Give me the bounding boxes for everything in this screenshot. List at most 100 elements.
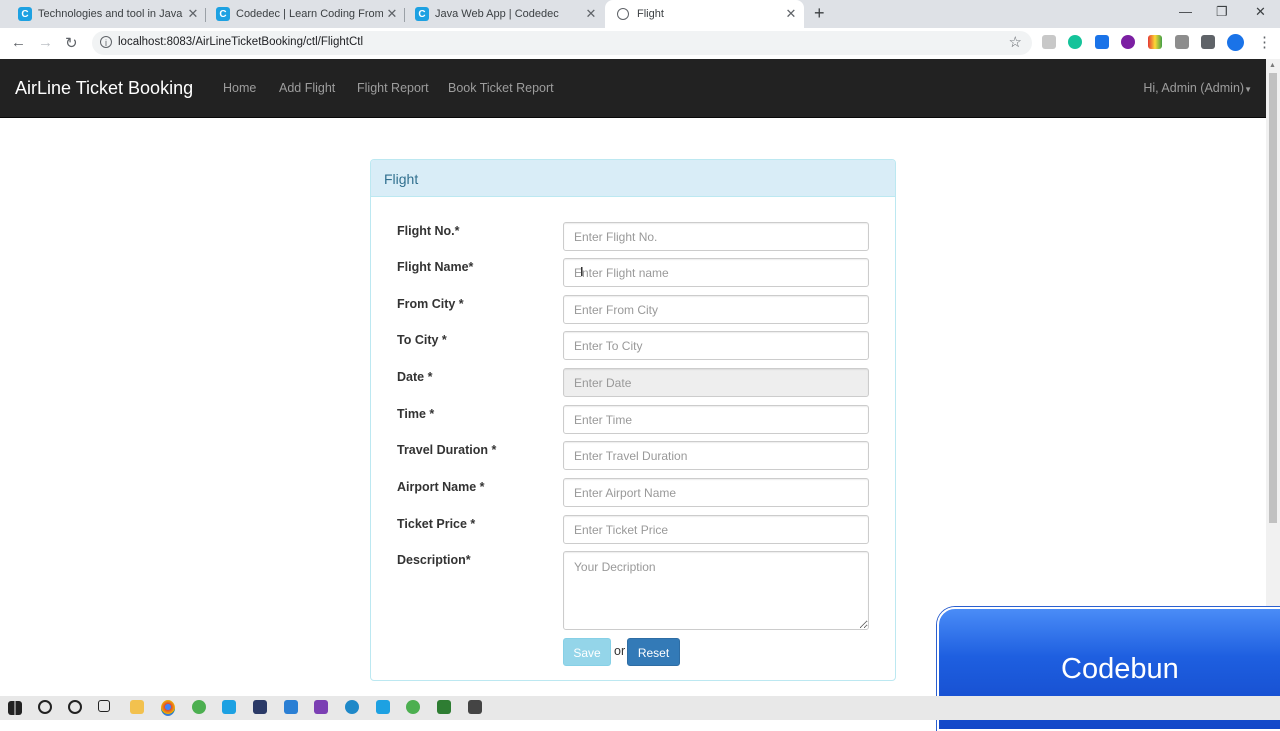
- form-row-flight-name: Flight Name*: [371, 258, 895, 288]
- nav-home[interactable]: Home: [223, 81, 256, 95]
- text-cursor-icon: I: [580, 264, 584, 279]
- grammarly-icon[interactable]: [1068, 35, 1082, 49]
- flight-name-input[interactable]: [563, 258, 869, 287]
- puzzle-extensions-icon[interactable]: [1201, 35, 1215, 49]
- from-city-input[interactable]: [563, 295, 869, 324]
- task-view-icon[interactable]: [98, 700, 110, 712]
- user-menu-label: Hi, Admin (Admin): [1143, 81, 1245, 95]
- browser-tab-3[interactable]: C Java Web App | Codedec ✕: [405, 0, 604, 28]
- form-row-travel-duration: Travel Duration *: [371, 441, 895, 471]
- bookmark-star-icon[interactable]: ☆: [1009, 33, 1022, 51]
- chrome-icon[interactable]: [161, 700, 175, 716]
- download-icon[interactable]: [1175, 35, 1189, 49]
- caret-down-icon: ▼: [1244, 85, 1252, 94]
- form-actions: Save or Reset: [371, 638, 895, 668]
- form-row-ticket-price: Ticket Price *: [371, 515, 895, 545]
- form-row-flight-no: Flight No.*: [371, 222, 895, 252]
- flight-name-label: Flight Name*: [397, 260, 474, 274]
- globe-icon: [617, 8, 629, 20]
- more-menu-icon[interactable]: ⋮: [1257, 33, 1272, 51]
- close-icon[interactable]: ✕: [782, 6, 800, 22]
- app-icon[interactable]: [376, 700, 390, 714]
- close-icon[interactable]: ✕: [582, 6, 600, 22]
- panel-heading: Flight: [371, 160, 895, 197]
- window-close-icon[interactable]: ✕: [1255, 4, 1266, 20]
- watermark-text: Codebun: [1061, 653, 1179, 685]
- description-textarea[interactable]: [563, 551, 869, 630]
- close-icon[interactable]: ✕: [383, 6, 401, 22]
- ticket-price-label: Ticket Price *: [397, 517, 476, 531]
- brand-link[interactable]: AirLine Ticket Booking: [15, 78, 193, 99]
- new-tab-button[interactable]: +: [814, 3, 825, 24]
- travel-duration-label: Travel Duration *: [397, 443, 497, 457]
- app-icon[interactable]: [406, 700, 420, 714]
- visual-studio-icon[interactable]: [314, 700, 328, 714]
- address-bar[interactable]: i localhost:8083/AirLineTicketBooking/ct…: [92, 31, 1032, 55]
- app-icon[interactable]: [437, 700, 451, 714]
- airport-name-input[interactable]: [563, 478, 869, 507]
- scrollbar-thumb[interactable]: [1269, 73, 1277, 523]
- codedec-favicon-icon: C: [216, 7, 230, 21]
- codedec-favicon-icon: C: [415, 7, 429, 21]
- form-row-from-city: From City *: [371, 295, 895, 325]
- form-row-description: Description*: [371, 551, 895, 631]
- nav-add-flight[interactable]: Add Flight: [279, 81, 335, 95]
- edge-icon[interactable]: [345, 700, 359, 714]
- airport-name-label: Airport Name *: [397, 480, 485, 494]
- app-icon[interactable]: [468, 700, 482, 714]
- app-navbar: AirLine Ticket Booking Home Add Flight F…: [0, 59, 1266, 118]
- tab-title: Technologies and tool in Java we: [38, 8, 184, 20]
- file-explorer-icon[interactable]: [130, 700, 144, 714]
- time-label: Time *: [397, 407, 435, 421]
- ticket-price-input[interactable]: [563, 515, 869, 544]
- flight-no-input[interactable]: [563, 222, 869, 251]
- reset-button[interactable]: Reset: [627, 638, 680, 666]
- tab-title: Java Web App | Codedec: [435, 8, 559, 20]
- vscode-icon[interactable]: [284, 700, 298, 714]
- reload-icon[interactable]: ↻: [65, 34, 78, 52]
- form-row-date: Date *: [371, 368, 895, 398]
- profile-avatar[interactable]: [1227, 34, 1244, 51]
- date-input[interactable]: [563, 368, 869, 397]
- maximize-icon[interactable]: ❐: [1216, 4, 1228, 20]
- back-arrow-icon[interactable]: ←: [11, 34, 26, 51]
- from-city-label: From City *: [397, 297, 464, 311]
- nav-flight-report[interactable]: Flight Report: [357, 81, 429, 95]
- browser-tab-1[interactable]: C Technologies and tool in Java we ✕: [8, 0, 206, 28]
- extension-icon[interactable]: [1095, 35, 1109, 49]
- codedec-favicon-icon: C: [18, 7, 32, 21]
- to-city-input[interactable]: [563, 331, 869, 360]
- page-scrollbar[interactable]: ▲: [1266, 59, 1280, 696]
- date-label: Date *: [397, 370, 433, 384]
- extension-icon[interactable]: [1121, 35, 1135, 49]
- close-icon[interactable]: ✕: [184, 6, 202, 22]
- forward-arrow-icon[interactable]: →: [38, 34, 53, 51]
- cortana-icon[interactable]: [68, 700, 82, 714]
- scroll-up-icon[interactable]: ▲: [1269, 62, 1276, 69]
- app-icon[interactable]: [192, 700, 206, 714]
- browser-tab-bar: C Technologies and tool in Java we ✕ C C…: [0, 0, 1280, 28]
- info-icon[interactable]: i: [100, 36, 112, 48]
- app-icon[interactable]: [253, 700, 267, 714]
- travel-duration-input[interactable]: [563, 441, 869, 470]
- nav-book-ticket-report[interactable]: Book Ticket Report: [448, 81, 554, 95]
- browser-tab-2[interactable]: C Codedec | Learn Coding From Th ✕: [206, 0, 405, 28]
- windows-start-icon[interactable]: [8, 701, 22, 715]
- extension-icon[interactable]: [1042, 35, 1056, 49]
- app-icon[interactable]: [222, 700, 236, 714]
- minimize-icon[interactable]: —: [1179, 4, 1192, 19]
- flight-form-panel: Flight Flight No.* Flight Name* From Cit…: [370, 159, 896, 681]
- description-label: Description*: [397, 553, 471, 567]
- search-icon[interactable]: [38, 700, 52, 714]
- flight-no-label: Flight No.*: [397, 224, 460, 238]
- url-text: localhost:8083/AirLineTicketBooking/ctl/…: [118, 36, 364, 48]
- or-text: or: [614, 644, 626, 658]
- save-button[interactable]: Save: [563, 638, 611, 666]
- tab-title: Codedec | Learn Coding From Th: [236, 8, 383, 20]
- user-menu[interactable]: Hi, Admin (Admin)▼: [1143, 81, 1252, 95]
- form-row-airport-name: Airport Name *: [371, 478, 895, 508]
- time-input[interactable]: [563, 405, 869, 434]
- browser-tab-active[interactable]: Flight ✕: [605, 0, 804, 28]
- tab-title: Flight: [637, 8, 664, 20]
- extension-icon[interactable]: [1148, 35, 1162, 49]
